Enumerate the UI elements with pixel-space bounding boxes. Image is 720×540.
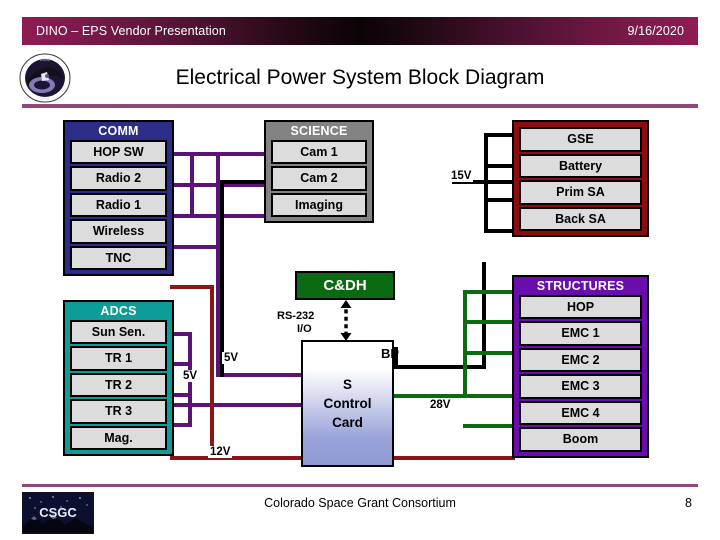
label-12v: 12V	[208, 446, 233, 459]
group-adcs-title: ADCS	[100, 304, 137, 318]
wire-bus-vertical-b	[190, 152, 194, 218]
group-structures-title: STRUCTURES	[536, 279, 625, 293]
group-comm-title: COMM	[98, 124, 139, 138]
label-28v: 28V	[428, 399, 453, 412]
wire-28v-emc4-node	[463, 424, 467, 428]
block-emc-3[interactable]: EMC 3	[519, 374, 642, 399]
wire-15v-primsa	[484, 198, 514, 202]
wire-15v-battery	[484, 164, 514, 168]
wire-28v-hop	[463, 290, 513, 294]
wire-15v-riser	[484, 133, 488, 233]
block-sun-sensor[interactable]: Sun Sen.	[70, 319, 167, 344]
footer-divider	[22, 484, 698, 487]
eps-block-diagram: COMM HOP SW Radio 2 Radio 1 Wireless TNC…	[0, 0, 720, 540]
block-cdh[interactable]: C&DH	[295, 271, 395, 300]
wire-28v-emc2	[463, 351, 513, 355]
wire-15v-vertical-left	[220, 180, 224, 262]
block-tr-3[interactable]: TR 3	[70, 399, 167, 424]
block-cam-1[interactable]: Cam 1	[271, 139, 367, 164]
group-adcs[interactable]: ADCS Sun Sen. TR 1 TR 2 TR 3 Mag.	[63, 300, 174, 456]
footer-page-number: 8	[685, 496, 692, 510]
wire-28v-emc3	[463, 394, 513, 398]
block-hop-sw[interactable]: HOP SW	[70, 139, 167, 164]
group-science-title: SCIENCE	[290, 124, 348, 138]
control-card-line-3: Card	[332, 415, 363, 431]
wire-bus-to-control-card-upper	[216, 373, 304, 377]
label-5v-b: 5V	[181, 370, 200, 383]
label-5v-a: 5V	[222, 352, 241, 365]
block-radio-2[interactable]: Radio 2	[70, 166, 167, 191]
group-structures[interactable]: STRUCTURES HOP EMC 1 EMC 2 EMC 3 EMC 4 B…	[512, 275, 649, 458]
label-15v: 15V	[449, 170, 474, 183]
block-magnetometer[interactable]: Mag.	[70, 425, 167, 450]
wire-bp-horizontal	[394, 365, 486, 369]
label-bp: BP	[381, 346, 400, 361]
block-gse[interactable]: GSE	[519, 127, 642, 152]
block-tnc[interactable]: TNC	[70, 245, 167, 270]
block-wireless[interactable]: Wireless	[70, 219, 167, 244]
wire-tnc-12v	[170, 285, 214, 289]
label-io: I/O	[297, 323, 312, 335]
wire-28v-emc4	[463, 424, 513, 428]
block-emc-1[interactable]: EMC 1	[519, 321, 642, 346]
block-structures-hop[interactable]: HOP	[519, 294, 642, 319]
block-imaging[interactable]: Imaging	[271, 192, 367, 217]
wire-15v-gse	[484, 133, 514, 137]
footer-organization: Colorado Space Grant Consortium	[264, 496, 456, 510]
wire-28v-emc1	[463, 320, 513, 324]
wire-12v-vertical	[210, 285, 214, 460]
group-comm[interactable]: COMM HOP SW Radio 2 Radio 1 Wireless TNC	[63, 120, 174, 276]
label-rs232: RS-232	[277, 310, 315, 322]
wire-bus-to-control-card-lower	[165, 403, 304, 407]
wire-28v-riser	[463, 290, 467, 398]
block-tr-2[interactable]: TR 2	[70, 372, 167, 397]
control-card-line-1: S	[342, 376, 352, 392]
block-battery[interactable]: Battery	[519, 153, 642, 178]
wire-15v-backsa	[484, 229, 514, 233]
block-radio-1[interactable]: Radio 1	[70, 192, 167, 217]
block-cam-2[interactable]: Cam 2	[271, 166, 367, 191]
block-prim-sa[interactable]: Prim SA	[519, 180, 642, 205]
block-emc-2[interactable]: EMC 2	[519, 347, 642, 372]
group-science[interactable]: SCIENCE Cam 1 Cam 2 Imaging	[264, 120, 374, 223]
block-boom[interactable]: Boom	[519, 427, 642, 452]
group-power-sources[interactable]: GSE Battery Prim SA Back SA	[512, 120, 649, 237]
rs232-bidirectional-arrow-icon	[338, 300, 354, 341]
control-card-line-2: Control	[323, 395, 372, 411]
wire-wireless-bus	[170, 245, 218, 249]
block-back-sa[interactable]: Back SA	[519, 206, 642, 231]
block-emc-4[interactable]: EMC 4	[519, 400, 642, 425]
block-tr-1[interactable]: TR 1	[70, 346, 167, 371]
